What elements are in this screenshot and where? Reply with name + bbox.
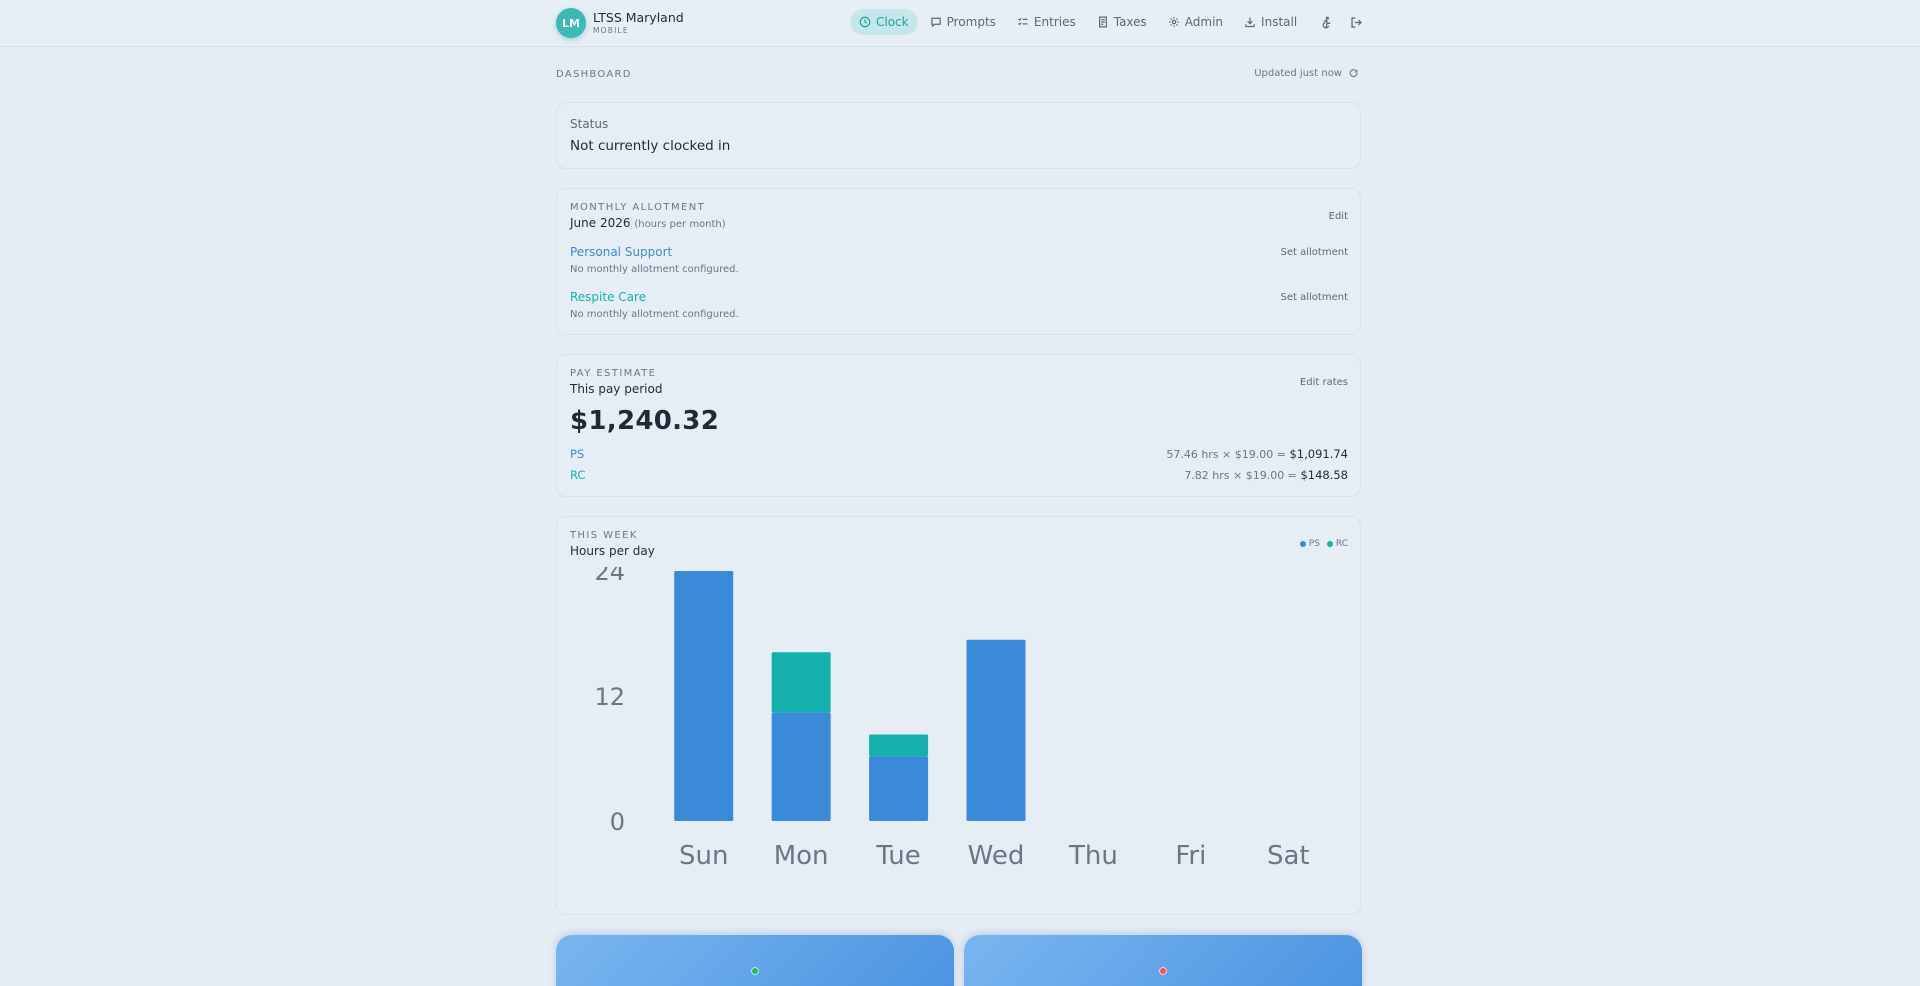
bar-ps-wed[interactable] bbox=[966, 639, 1026, 821]
status-value: Not currently clocked in bbox=[570, 138, 731, 154]
x-tick-label: Thu bbox=[1068, 841, 1118, 871]
brand-subtitle: MOBILE bbox=[593, 25, 629, 35]
allotment-month: June 2026 bbox=[570, 216, 631, 230]
y-tick-label: 12 bbox=[594, 683, 625, 711]
nav-label: Entries bbox=[1033, 15, 1076, 29]
pay-line-formula: 7.82 hrs × $19.00 = bbox=[1184, 469, 1301, 482]
nav-taxes[interactable]: Taxes bbox=[1088, 9, 1156, 35]
clock-out-tile[interactable] bbox=[964, 935, 1362, 986]
allotment-unit-note: (hours per month) bbox=[634, 219, 726, 230]
legend-item-ps: PS bbox=[1299, 539, 1320, 549]
brand[interactable]: LM LTSS Maryland MOBILE bbox=[556, 8, 684, 38]
bar-ps-tue[interactable] bbox=[869, 756, 929, 821]
main-nav: Clock Prompts Entries Taxes Admin Instal… bbox=[850, 9, 1369, 35]
updated-indicator[interactable]: Updated just now bbox=[1254, 68, 1359, 79]
bar-ps-sun[interactable] bbox=[674, 571, 734, 821]
legend-item-rc: RC bbox=[1326, 539, 1348, 549]
y-tick-label: 24 bbox=[594, 567, 625, 586]
nav-label: Prompts bbox=[946, 15, 996, 29]
accessibility-button[interactable] bbox=[1313, 9, 1339, 35]
pay-line-code: PS bbox=[570, 447, 585, 461]
bar-ps-mon[interactable] bbox=[771, 712, 831, 821]
chart-legend: PS RC bbox=[1293, 539, 1348, 549]
week-title: Hours per day bbox=[570, 544, 655, 558]
bar-rc-mon[interactable] bbox=[771, 652, 831, 713]
updated-text: Updated just now bbox=[1254, 68, 1342, 79]
legend-dot bbox=[1326, 541, 1333, 547]
legend-dot bbox=[1299, 541, 1306, 547]
status-card: Status Not currently clocked in bbox=[556, 102, 1361, 169]
logout-icon bbox=[1351, 16, 1362, 28]
refresh-icon bbox=[1349, 69, 1358, 78]
nav-clock[interactable]: Clock bbox=[850, 9, 918, 35]
allotment-kicker: MONTHLY ALLOTMENT bbox=[570, 202, 706, 213]
x-tick-label: Sat bbox=[1267, 841, 1310, 871]
accessibility-icon bbox=[1322, 16, 1330, 28]
nav-label: Admin bbox=[1184, 15, 1224, 29]
pay-line-formula: 57.46 hrs × $19.00 = bbox=[1166, 448, 1290, 461]
legend-label: RC bbox=[1335, 539, 1348, 549]
nav-label: Clock bbox=[876, 15, 909, 29]
pay-estimate-card: PAY ESTIMATE This pay period Edit rates … bbox=[556, 354, 1361, 497]
legend-label: PS bbox=[1308, 539, 1320, 549]
clock-in-tile[interactable] bbox=[556, 935, 954, 986]
x-tick-label: Fri bbox=[1175, 841, 1206, 871]
pay-total: $1,240.32 bbox=[570, 406, 720, 436]
pay-period: This pay period bbox=[570, 382, 663, 396]
allotment-note: No monthly allotment configured. bbox=[570, 264, 739, 275]
weekly-hours-card: THIS WEEK Hours per day PS RC 0 12 24 Sun Mo… bbox=[556, 516, 1361, 915]
edit-rates-button[interactable]: Edit rates bbox=[1300, 377, 1348, 388]
chat-icon bbox=[930, 17, 941, 28]
pay-line-amount: $1,091.74 bbox=[1289, 447, 1348, 461]
download-icon bbox=[1245, 17, 1255, 28]
allotment-name: Personal Support bbox=[570, 245, 673, 259]
bar-rc-tue[interactable] bbox=[869, 734, 929, 757]
x-tick-label: Sun bbox=[679, 841, 728, 871]
pay-line-code: RC bbox=[570, 468, 586, 482]
nav-label: Taxes bbox=[1113, 15, 1147, 29]
list-check-icon bbox=[1017, 17, 1028, 26]
nav-entries[interactable]: Entries bbox=[1008, 9, 1085, 35]
status-dot bbox=[1159, 967, 1167, 975]
y-tick-label: 0 bbox=[610, 808, 625, 836]
allotment-edit-button[interactable]: Edit bbox=[1329, 211, 1348, 222]
set-allotment-ps-button[interactable]: Set allotment bbox=[1281, 247, 1348, 258]
x-tick-label: Tue bbox=[875, 841, 920, 871]
gear-icon bbox=[1168, 17, 1179, 27]
nav-label: Install bbox=[1261, 15, 1298, 29]
pay-line-ps: PS 57.46 hrs × $19.00 = $1,091.74 bbox=[570, 447, 1348, 461]
receipt-icon bbox=[1098, 16, 1107, 28]
top-bar: LM LTSS Maryland MOBILE Clock Prompts En… bbox=[0, 0, 1920, 47]
nav-admin[interactable]: Admin bbox=[1159, 9, 1232, 35]
allotment-name: Respite Care bbox=[570, 290, 647, 304]
pay-line-amount: $148.58 bbox=[1300, 468, 1348, 482]
x-tick-label: Wed bbox=[968, 841, 1025, 871]
x-tick-label: Mon bbox=[774, 841, 829, 871]
nav-prompts[interactable]: Prompts bbox=[921, 9, 1005, 35]
allotment-row-respite-care: Respite Care No monthly allotment config… bbox=[570, 290, 739, 320]
pay-line-rc: RC 7.82 hrs × $19.00 = $148.58 bbox=[570, 468, 1348, 482]
allotment-row-personal-support: Personal Support No monthly allotment co… bbox=[570, 245, 739, 275]
brand-name: LTSS Maryland bbox=[593, 10, 684, 25]
set-allotment-rc-button[interactable]: Set allotment bbox=[1281, 292, 1348, 303]
week-kicker: THIS WEEK bbox=[570, 530, 638, 541]
allotment-note: No monthly allotment configured. bbox=[570, 309, 739, 320]
allotment-card: MONTHLY ALLOTMENT June 2026 (hours per m… bbox=[556, 188, 1361, 335]
status-dot bbox=[751, 967, 759, 975]
avatar: LM bbox=[556, 8, 586, 38]
nav-install[interactable]: Install bbox=[1235, 9, 1306, 35]
section-title: DASHBOARD bbox=[556, 69, 632, 80]
pay-kicker: PAY ESTIMATE bbox=[570, 368, 657, 379]
status-label: Status bbox=[570, 117, 609, 131]
logout-button[interactable] bbox=[1343, 9, 1369, 35]
clock-icon bbox=[859, 16, 871, 28]
weekly-hours-chart: 0 12 24 Sun Mon Tue Wed Thu Fri Sat bbox=[594, 567, 1310, 871]
